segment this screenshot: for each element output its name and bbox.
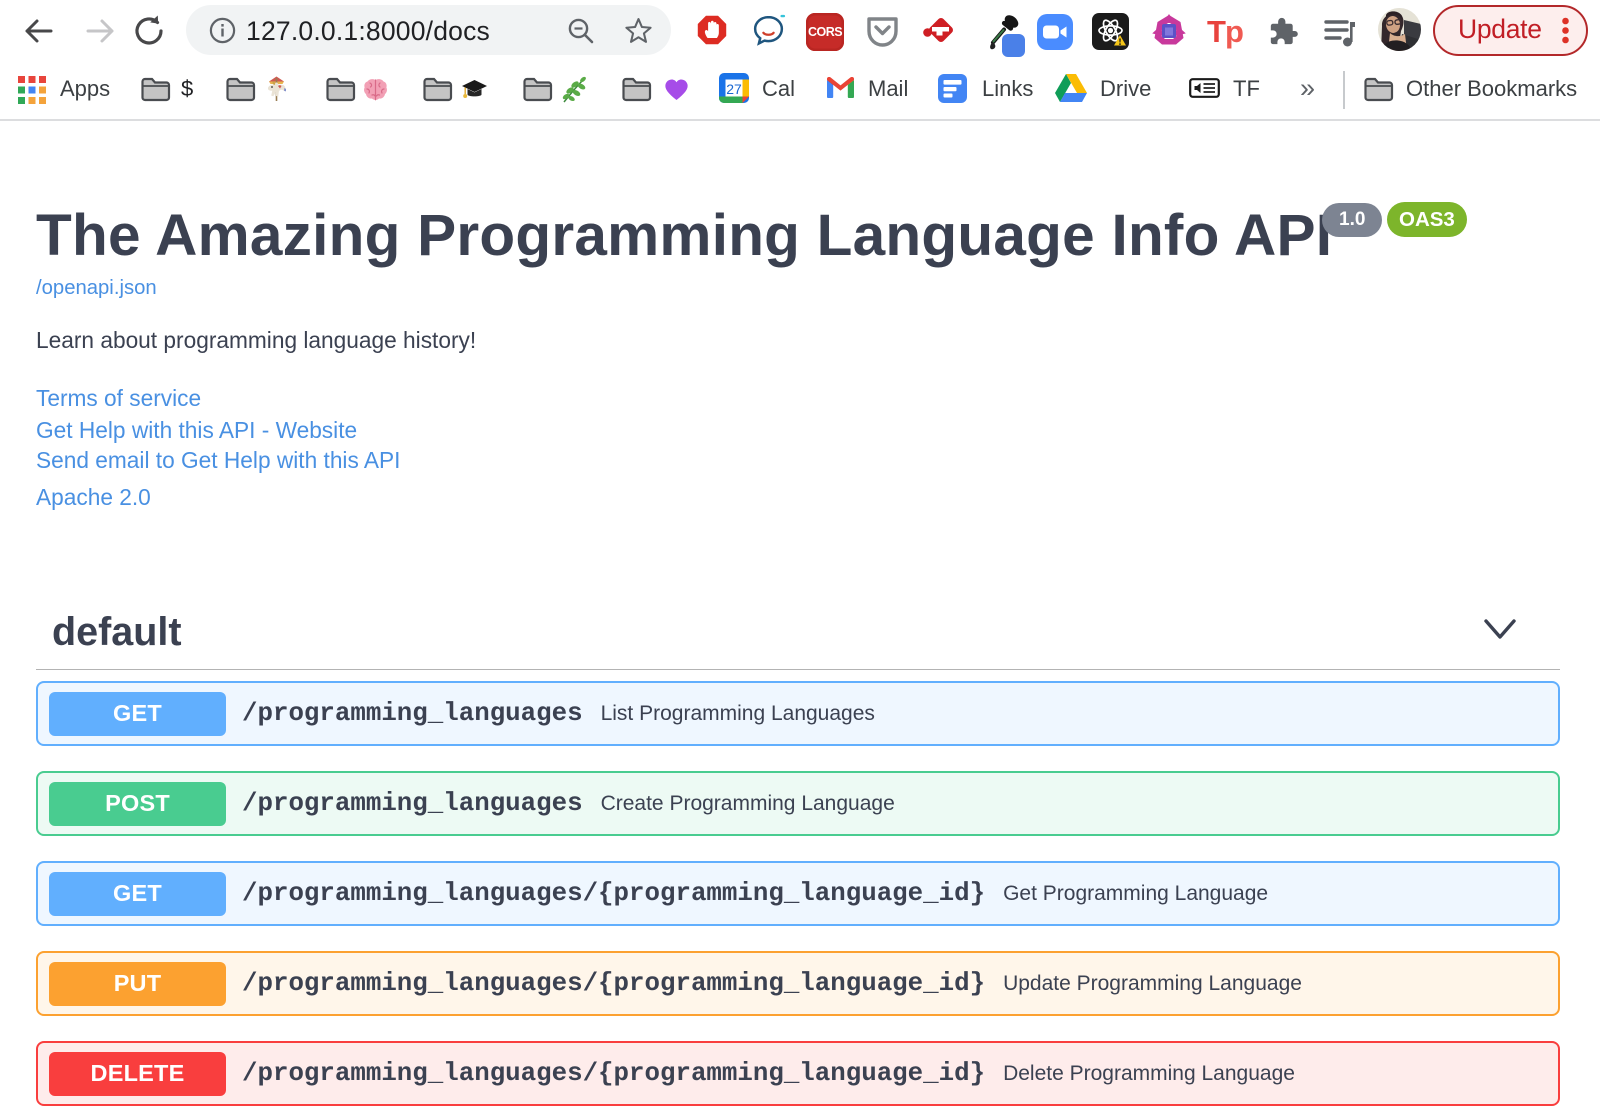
svg-text:27: 27 <box>726 81 742 97</box>
